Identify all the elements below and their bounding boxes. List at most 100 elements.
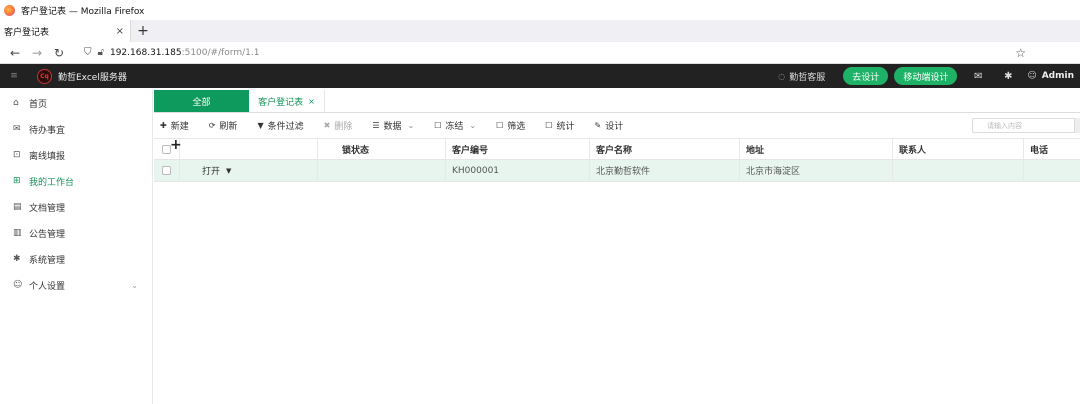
close-tab-icon[interactable]: ×: [116, 26, 124, 37]
delete-label: 删除: [334, 122, 353, 132]
sidebar-item-label: 离线填报: [29, 151, 66, 162]
row-action-cell: 打开 ▼: [180, 159, 318, 182]
freeze-label: 冻结: [445, 122, 464, 132]
url-path: :5100/#/form/1.1: [181, 47, 260, 58]
screen-button[interactable]: ☐ 筛选: [496, 119, 525, 132]
forward-arrow-icon[interactable]: →: [26, 46, 48, 60]
sidebar-item-offline[interactable]: ⊡ 离线填报: [0, 142, 152, 168]
url-host: 192.168.31.185: [109, 47, 182, 58]
refresh-button[interactable]: ⟳ 刷新: [209, 119, 238, 132]
sidebar-item-label: 待办事宜: [29, 125, 66, 136]
browser-tab-strip: 客户登记表 × +: [0, 20, 1080, 42]
close-icon[interactable]: ×: [308, 97, 315, 106]
filter-label: 条件过滤: [267, 122, 304, 132]
freeze-dropdown[interactable]: ☐ 冻结 ⌄: [434, 119, 476, 132]
gear-icon[interactable]: ✱: [993, 71, 1023, 82]
refresh-label: 刷新: [219, 122, 238, 132]
mail-icon[interactable]: ✉: [963, 71, 993, 82]
sidebar-item-label: 首页: [29, 99, 48, 110]
customer-code-cell: KH000001: [446, 159, 590, 182]
url-bar[interactable]: ⛉ 🔓︎ 192.168.31.185:5100/#/form/1.1: [84, 47, 259, 58]
sidebar: ⌂ 首页 ✉ 待办事宜 ⊡ 离线填报 ⊞ 我的工作台 ▤ 文档管理 ▥ 公告管理…: [0, 90, 153, 404]
app-name: 勤哲Excel服务器: [58, 72, 127, 83]
filter-button[interactable]: ▼ 条件过滤: [257, 119, 303, 132]
sidebar-item-label: 系统管理: [29, 255, 66, 266]
tab-customer-form[interactable]: 客户登记表 ×: [249, 90, 325, 112]
doc-icon: ▤: [13, 202, 22, 212]
workbench-icon: ⊞: [13, 176, 21, 186]
grid-toolbar: ✚ 新建 ⟳ 刷新 ▼ 条件过滤 ✖ 删除 ☰ 数据 ⌄ ☐ 冻结 ⌄ ☐ 筛选 ☐ 统计 ✎ 设计 …: [154, 113, 1080, 138]
open-dropdown-button[interactable]: 打开 ▼: [186, 164, 232, 178]
browser-tab[interactable]: 客户登记表 ×: [0, 20, 131, 42]
search-button[interactable]: [1074, 118, 1080, 133]
tab-customer-form-label: 客户登记表: [258, 97, 304, 108]
sidebar-item-label: 我的工作台: [29, 177, 75, 188]
row-select-cell[interactable]: [154, 159, 180, 182]
chat-icon: ◌: [778, 71, 786, 81]
app-logo: Cq: [37, 68, 52, 84]
sidebar-item-personal[interactable]: ☺ 个人设置 ⌄: [0, 272, 152, 298]
main-area: ⌂ 首页 ✉ 待办事宜 ⊡ 离线填报 ⊞ 我的工作台 ▤ 文档管理 ▥ 公告管理…: [0, 90, 1080, 404]
column-header[interactable]: 客户编号: [446, 138, 590, 160]
sidebar-item-docs[interactable]: ▤ 文档管理: [0, 194, 152, 220]
mail-icon: ✉: [13, 124, 21, 134]
grid-header-row: 锁状态 客户编号 客户名称 地址 联系人 电话: [154, 138, 1080, 160]
tab-all[interactable]: 全部: [154, 90, 249, 112]
delete-button[interactable]: ✖ 删除: [324, 119, 353, 132]
window-title: 客户登记表 — Mozilla Firefox: [21, 6, 145, 17]
data-label: 数据: [383, 122, 402, 132]
stats-button[interactable]: ☐ 统计: [545, 119, 574, 132]
customer-name-cell: 北京勤哲软件: [590, 159, 740, 182]
sidebar-item-home[interactable]: ⌂ 首页: [0, 90, 152, 116]
new-button[interactable]: ✚ 新建: [160, 119, 189, 132]
new-label: 新建: [170, 122, 189, 132]
search-input[interactable]: 请输入内容: [972, 118, 1080, 133]
user-icon: ☺: [1027, 71, 1037, 81]
screen-label: 筛选: [507, 122, 526, 132]
stats-label: 统计: [556, 122, 575, 132]
shield-icon[interactable]: ⛉: [84, 47, 92, 58]
column-header[interactable]: 电话: [1024, 138, 1080, 160]
move-cursor-icon: +: [170, 137, 182, 153]
database-icon: ☰: [372, 121, 380, 130]
window-titlebar: 客户登记表 — Mozilla Firefox: [0, 0, 1080, 20]
table-row[interactable]: 打开 ▼ KH000001 北京勤哲软件 北京市海淀区: [154, 159, 1080, 182]
close-icon: ✖: [323, 121, 331, 130]
column-header[interactable]: 锁状态: [318, 138, 446, 160]
new-tab-button[interactable]: +: [131, 20, 155, 42]
stats-icon: ☐: [545, 121, 553, 130]
address-cell: 北京市海淀区: [740, 159, 893, 182]
lock-warning-icon[interactable]: 🔓︎: [98, 47, 104, 58]
action-column-header: [180, 138, 318, 160]
browser-navbar: ← → ↻ ⛉ 🔓︎ 192.168.31.185:5100/#/form/1.…: [0, 42, 1080, 64]
column-header[interactable]: 地址: [740, 138, 893, 160]
user-menu[interactable]: ☺ Admin: [1027, 71, 1074, 81]
column-header[interactable]: 联系人: [893, 138, 1024, 160]
customer-service-label: 勤哲客服: [789, 72, 826, 83]
mobile-design-button[interactable]: 移动端设计: [894, 67, 958, 85]
sidebar-item-workbench[interactable]: ⊞ 我的工作台: [0, 168, 152, 194]
menu-toggle-icon[interactable]: ≡: [0, 71, 28, 81]
sidebar-item-todo[interactable]: ✉ 待办事宜: [0, 116, 152, 142]
page-tabs: 全部 客户登记表 ×: [154, 90, 1080, 113]
browser-tab-label: 客户登记表: [4, 27, 50, 38]
data-grid: 锁状态 客户编号 客户名称 地址 联系人 电话 + 打开 ▼ KH000001 北…: [154, 137, 1080, 182]
data-dropdown[interactable]: ☰ 数据 ⌄: [372, 119, 414, 132]
gear-icon: ✱: [13, 254, 21, 264]
user-name: Admin: [1041, 71, 1074, 81]
customer-service-link[interactable]: ◌ 勤哲客服: [778, 70, 825, 83]
back-arrow-icon[interactable]: ←: [4, 46, 26, 60]
column-header[interactable]: 客户名称: [590, 138, 740, 160]
user-icon: ☺: [13, 280, 23, 290]
open-label: 打开: [202, 167, 221, 177]
caret-down-icon: ▼: [226, 166, 232, 175]
sidebar-item-system[interactable]: ✱ 系统管理: [0, 246, 152, 272]
design-button[interactable]: ✎ 设计: [594, 119, 623, 132]
sidebar-item-notices[interactable]: ▥ 公告管理: [0, 220, 152, 246]
reload-icon[interactable]: ↻: [48, 46, 70, 60]
go-design-button[interactable]: 去设计: [843, 67, 889, 85]
row-checkbox[interactable]: [162, 166, 171, 175]
chevron-down-icon: ⌄: [407, 121, 415, 130]
plus-icon: ✚: [160, 121, 167, 130]
bookmark-star-icon[interactable]: ☆: [1015, 46, 1026, 60]
